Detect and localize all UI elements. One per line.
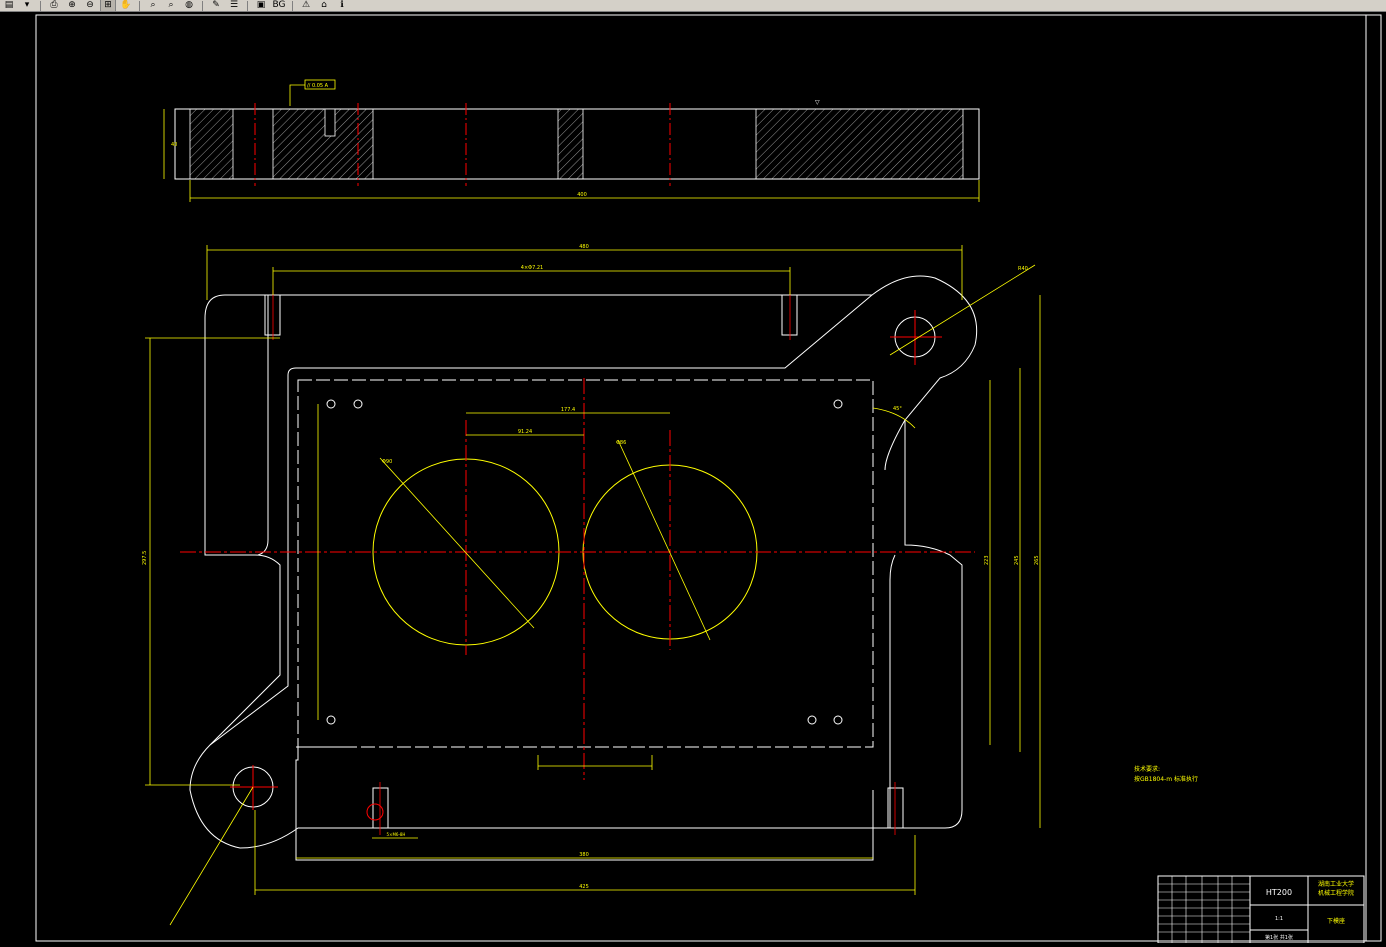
hole-spacing-label: 4×Φ7.21 [521,265,543,271]
toolbar-separator [139,0,140,11]
zoom-extents-icon[interactable]: ⌕ [146,0,160,11]
material-label: HT200 [1266,888,1292,897]
top-thickness-label: 40 [171,142,177,148]
globe-icon[interactable]: ◍ [182,0,196,11]
thread-spec-label: 5×M6-8H [387,832,406,837]
zoom-in-icon[interactable]: ⊕ [65,0,79,11]
angle-label: 45° [893,406,902,412]
right-height-2-label: 245 [1014,555,1020,565]
notes-line-1: 按GB1804-m 标准执行 [1134,775,1198,783]
top-section-view: 400 40 // 0.05 A ▽ [163,79,980,202]
tolerance-frame-label: // 0.05 A [307,83,329,89]
circle-b-diameter-label: Φ86 [616,440,626,446]
cad-drawing: 400 40 // 0.05 A ▽ 480 4×Φ7.21 177.4 91.… [35,14,1382,944]
school-label: 湖南工业大学 [1318,880,1354,888]
pan-hand-icon[interactable]: ✋ [119,0,133,11]
menu-icon[interactable]: ▤ [2,0,16,11]
toolbar-separator [40,0,41,11]
top-length-label: 400 [577,192,587,198]
toolbar-separator [247,0,248,11]
measure-icon[interactable]: ✎ [209,0,223,11]
center-distance-a-label: 177.4 [561,407,575,413]
large-radius-label: R40 [1018,266,1028,272]
toolbar-separator [202,0,203,11]
zoom-out-icon[interactable]: ⊖ [83,0,97,11]
title-block: HT200 湖南工业大学 机械工程学院 下模座 1:1 第1张 共1张 [1157,875,1365,944]
right-height-3-label: 265 [1034,555,1040,565]
background-toggle-button[interactable]: BG [272,0,286,11]
drawing-canvas[interactable]: 400 40 // 0.05 A ▽ 480 4×Φ7.21 177.4 91.… [0,13,1386,944]
technical-notes: 技术要求: 按GB1804-m 标准执行 [1134,765,1198,783]
circle-a-diameter-label: Φ90 [382,459,392,465]
right-height-1-label: 223 [984,555,990,565]
notes-title: 技术要求: [1134,765,1160,773]
center-distance-b-label: 91.24 [518,429,532,435]
toolbar-separator [292,0,293,11]
department-label: 机械工程学院 [1318,889,1354,897]
scale-label: 1:1 [1275,916,1283,922]
sheet-label: 第1张 共1张 [1265,934,1293,941]
bottom-width-2-label: 425 [579,884,589,890]
toolbar: ▤ ▾ ⎙ ⊕ ⊖ ⊞ ✋ ⌕ ⌕ ◍ ✎ ☰ ▣ BG ⚠ ⌂ ℹ [0,0,1386,12]
part-name-label: 下模座 [1327,917,1345,925]
svg-text:▽: ▽ [815,99,820,106]
zoom-previous-icon[interactable]: ⌕ [164,0,178,11]
dropdown-chevron-icon[interactable]: ▾ [20,0,34,11]
left-height-label: 297.5 [142,551,148,565]
home-icon[interactable]: ⌂ [317,0,331,11]
sheet-border [35,14,1382,942]
layers-icon[interactable]: ☰ [227,0,241,11]
save-image-icon[interactable]: ▣ [254,0,268,11]
print-icon[interactable]: ⎙ [47,0,61,11]
zoom-window-icon[interactable]: ⊞ [100,0,116,11]
front-view: 480 4×Φ7.21 177.4 91.24 Φ90 Φ86 297.5 22… [142,244,1041,926]
bottom-width-1-label: 380 [579,852,589,858]
warning-icon[interactable]: ⚠ [299,0,313,11]
info-icon[interactable]: ℹ [335,0,349,11]
overall-width-label: 480 [579,244,589,250]
